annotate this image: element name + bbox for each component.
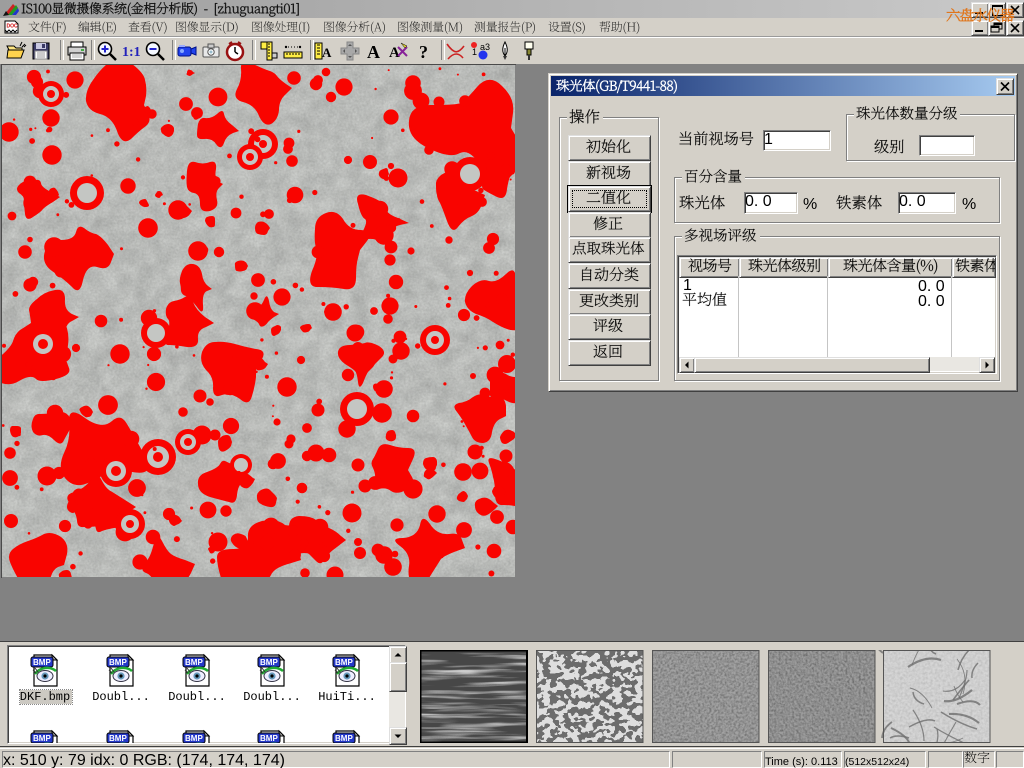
svg-text:?: ? (419, 42, 428, 62)
svg-text:DOC: DOC (7, 24, 19, 30)
svg-text:BMP: BMP (260, 734, 278, 743)
svg-text:1:1: 1:1 (122, 45, 141, 60)
svg-text:A: A (322, 45, 332, 60)
svg-text:1: 1 (472, 47, 477, 57)
svg-text:a3: a3 (480, 42, 490, 52)
svg-text:BMP: BMP (33, 658, 51, 667)
svg-text:BMP: BMP (185, 658, 203, 667)
svg-text:BMP: BMP (335, 734, 353, 743)
svg-text:BMP: BMP (260, 658, 278, 667)
svg-text:BMP: BMP (185, 734, 203, 743)
svg-text:BMP: BMP (109, 734, 127, 743)
svg-text:BMP: BMP (33, 734, 51, 743)
svg-text:A: A (367, 42, 380, 62)
svg-text:BMP: BMP (109, 658, 127, 667)
svg-text:BMP: BMP (335, 658, 353, 667)
